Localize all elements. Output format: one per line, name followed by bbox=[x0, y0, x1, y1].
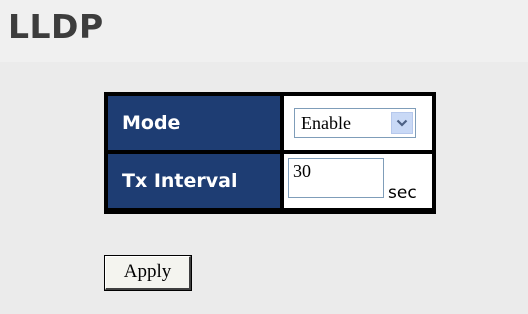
mode-select-value: Enable bbox=[301, 113, 351, 133]
tx-interval-unit: sec bbox=[388, 183, 417, 203]
page-title: LLDP bbox=[8, 7, 104, 46]
mode-select[interactable]: Enable bbox=[294, 108, 416, 138]
mode-label: Mode bbox=[108, 96, 280, 150]
mode-value-cell: Enable bbox=[284, 96, 432, 150]
tx-interval-row: Tx Interval 30 sec bbox=[108, 154, 432, 208]
tx-interval-label: Tx Interval bbox=[108, 154, 280, 208]
lldp-settings-table: Mode Enable Tx Interval 30 sec bbox=[104, 92, 436, 214]
apply-button[interactable]: Apply bbox=[104, 255, 192, 291]
tx-interval-input[interactable]: 30 bbox=[288, 158, 384, 198]
chevron-down-icon[interactable] bbox=[391, 112, 413, 134]
tx-interval-value-cell: 30 sec bbox=[284, 154, 432, 208]
mode-row: Mode Enable bbox=[108, 96, 432, 150]
